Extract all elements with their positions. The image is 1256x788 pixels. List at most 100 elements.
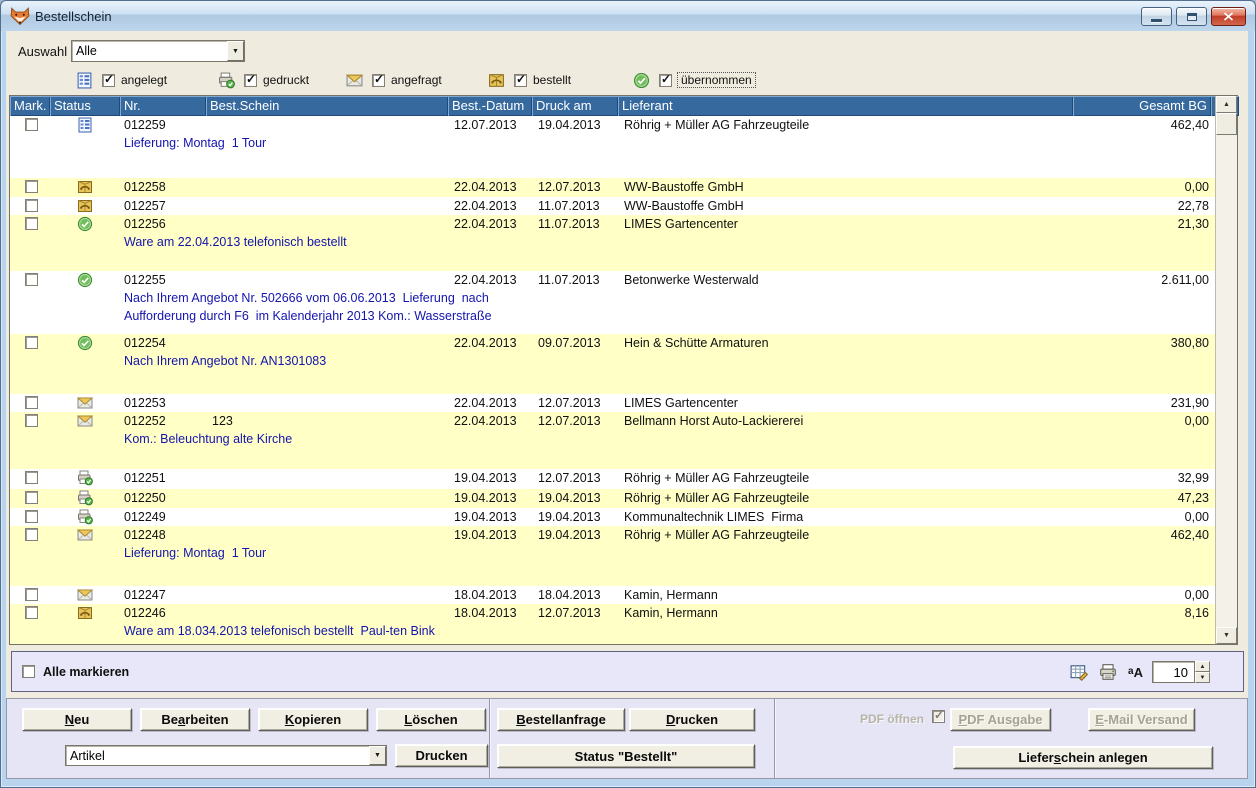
filter-label[interactable]: bestellt: [533, 73, 571, 87]
row-checkbox[interactable]: [25, 471, 38, 484]
cell-druck: 11.07.2013: [534, 273, 620, 287]
cell-nr: 012247: [122, 588, 208, 602]
table-row[interactable]: 01225422.04.201309.07.2013Hein & Schütte…: [10, 334, 1237, 394]
column-header-lieferant[interactable]: Lieferant: [618, 96, 1073, 116]
filter-checkbox-angefragt[interactable]: [372, 74, 385, 87]
table-row[interactable]: 01225622.04.201311.07.2013LIMES Gartence…: [10, 215, 1237, 271]
column-header-status[interactable]: Status: [50, 96, 120, 116]
scroll-up-button[interactable]: ▲: [1216, 96, 1237, 113]
mark-cell: [12, 272, 52, 289]
excel-export-icon[interactable]: [1070, 663, 1088, 681]
mark-cell: [12, 179, 52, 196]
row-checkbox[interactable]: [25, 180, 38, 193]
filter-checkbox-bestellt[interactable]: [514, 74, 527, 87]
row-checkbox[interactable]: [25, 414, 38, 427]
pdf-oeffnen-label: PDF öffnen: [860, 712, 924, 726]
auswahl-combobox[interactable]: Alle ▼: [71, 40, 245, 62]
table-row[interactable]: 01225212322.04.201312.07.2013Bellmann Ho…: [10, 412, 1237, 469]
row-main: 01225422.04.201309.07.2013Hein & Schütte…: [12, 334, 1237, 352]
lieferschein-anlegen-button[interactable]: Lieferschein anlegen: [953, 746, 1213, 769]
auswahl-dropdown-button[interactable]: ▼: [227, 41, 244, 61]
bearbeiten-button[interactable]: Bearbeiten: [140, 708, 250, 731]
minimize-button[interactable]: [1141, 7, 1172, 26]
table-header: Mark.StatusNr.Best.ScheinBest.-DatumDruc…: [10, 96, 1237, 116]
cell-status: [52, 470, 122, 486]
row-checkbox[interactable]: [25, 396, 38, 409]
filter-label[interactable]: angelegt: [121, 73, 167, 87]
row-checkbox[interactable]: [25, 118, 38, 131]
font-size-icon[interactable]: aA: [1128, 663, 1143, 681]
bestellt-icon: [488, 72, 505, 89]
close-button[interactable]: [1211, 7, 1246, 26]
row-main: 01225912.07.201319.04.2013Röhrig + Mülle…: [12, 116, 1237, 134]
maximize-button[interactable]: [1176, 7, 1207, 26]
filter-label[interactable]: angefragt: [391, 73, 442, 87]
row-checkbox[interactable]: [25, 528, 38, 541]
artikel-drucken-button[interactable]: Drucken: [395, 744, 488, 767]
table-row[interactable]: 01225912.07.201319.04.2013Röhrig + Mülle…: [10, 116, 1237, 178]
table-row[interactable]: 01224919.04.201319.04.2013Kommunaltechni…: [10, 508, 1237, 526]
alle-markieren-checkbox[interactable]: [22, 665, 35, 678]
mark-cell: [12, 395, 52, 412]
status-bestellt-button[interactable]: Status "Bestellt": [497, 744, 755, 768]
filter-checkbox-bernommen[interactable]: [659, 74, 672, 87]
filter-checkbox-gedruckt[interactable]: [244, 74, 257, 87]
cell-lieferant: Kamin, Hermann: [620, 588, 1075, 602]
alle-markieren-label[interactable]: Alle markieren: [43, 665, 129, 679]
row-checkbox[interactable]: [25, 217, 38, 230]
row-checkbox[interactable]: [25, 491, 38, 504]
print-icon[interactable]: [1099, 663, 1117, 681]
cell-status: [52, 527, 122, 543]
filter-checkbox-angelegt[interactable]: [102, 74, 115, 87]
bestellanfrage-button[interactable]: Bestellanfrage: [497, 708, 625, 731]
table-row[interactable]: 01225119.04.201312.07.2013Röhrig + Mülle…: [10, 469, 1237, 489]
drucken-button[interactable]: Drucken: [629, 708, 755, 731]
column-header-druck[interactable]: Druck am: [532, 96, 618, 116]
row-main: 01224618.04.201312.07.2013Kamin, Hermann…: [12, 604, 1237, 622]
table-row[interactable]: 01225522.04.201311.07.2013Betonwerke Wes…: [10, 271, 1237, 334]
row-checkbox[interactable]: [25, 273, 38, 286]
table-body: 01225912.07.201319.04.2013Röhrig + Mülle…: [10, 116, 1237, 644]
row-checkbox[interactable]: [25, 199, 38, 212]
loeschen-button[interactable]: Löschen: [376, 708, 486, 731]
neu-button[interactable]: Neu: [22, 708, 132, 731]
filter-label[interactable]: gedruckt: [263, 73, 309, 87]
table-row[interactable]: 01225322.04.201312.07.2013LIMES Gartence…: [10, 394, 1237, 412]
vertical-scrollbar[interactable]: ▲ ▼: [1215, 96, 1237, 644]
row-main: 01224718.04.201318.04.2013Kamin, Hermann…: [12, 586, 1237, 604]
cell-lieferant: Kamin, Hermann: [620, 606, 1075, 620]
table-row[interactable]: 01224718.04.201318.04.2013Kamin, Hermann…: [10, 586, 1237, 604]
page-size-value[interactable]: 10: [1152, 661, 1195, 683]
cell-gesamt: 0,00: [1075, 180, 1213, 194]
column-header-nr[interactable]: Nr.: [120, 96, 206, 116]
filter-label[interactable]: übernommen: [678, 73, 755, 87]
table-row[interactable]: 01224618.04.201312.07.2013Kamin, Hermann…: [10, 604, 1237, 644]
table-row[interactable]: 01225019.04.201319.04.2013Röhrig + Mülle…: [10, 489, 1237, 508]
row-checkbox[interactable]: [25, 510, 38, 523]
gedruckt-icon: [218, 72, 235, 89]
scroll-thumb[interactable]: [1216, 113, 1237, 135]
cell-lieferant: Hein & Schütte Armaturen: [620, 336, 1075, 350]
column-header-gesamt[interactable]: Gesamt BG: [1073, 96, 1211, 116]
table-row[interactable]: 01225822.04.201312.07.2013WW-Baustoffe G…: [10, 178, 1237, 197]
cell-nr: 012257: [122, 199, 208, 213]
row-checkbox[interactable]: [25, 606, 38, 619]
artikel-dropdown-button[interactable]: ▼: [369, 746, 386, 765]
angefragt-icon: [77, 395, 93, 411]
scroll-down-button[interactable]: ▼: [1216, 627, 1237, 644]
table-row[interactable]: 01225722.04.201311.07.2013WW-Baustoffe G…: [10, 197, 1237, 215]
spinner-up-button[interactable]: ▲: [1195, 661, 1210, 672]
pdf-ausgabe-button: PDF Ausgabe: [950, 708, 1051, 731]
kopieren-button[interactable]: Kopieren: [258, 708, 368, 731]
table-row[interactable]: 01224819.04.201319.04.2013Röhrig + Mülle…: [10, 526, 1237, 586]
titlebar[interactable]: Bestellschein: [1, 1, 1255, 31]
row-checkbox[interactable]: [25, 336, 38, 349]
column-header-schein[interactable]: Best.Schein: [206, 96, 448, 116]
spinner-down-button[interactable]: ▼: [1195, 672, 1210, 683]
column-header-mark[interactable]: Mark.: [10, 96, 50, 116]
cell-status: [52, 605, 122, 621]
artikel-combobox[interactable]: Artikel ▼: [65, 745, 387, 766]
page-size-spinner[interactable]: 10 ▲ ▼: [1152, 661, 1210, 683]
row-checkbox[interactable]: [25, 588, 38, 601]
column-header-datum[interactable]: Best.-Datum: [448, 96, 532, 116]
